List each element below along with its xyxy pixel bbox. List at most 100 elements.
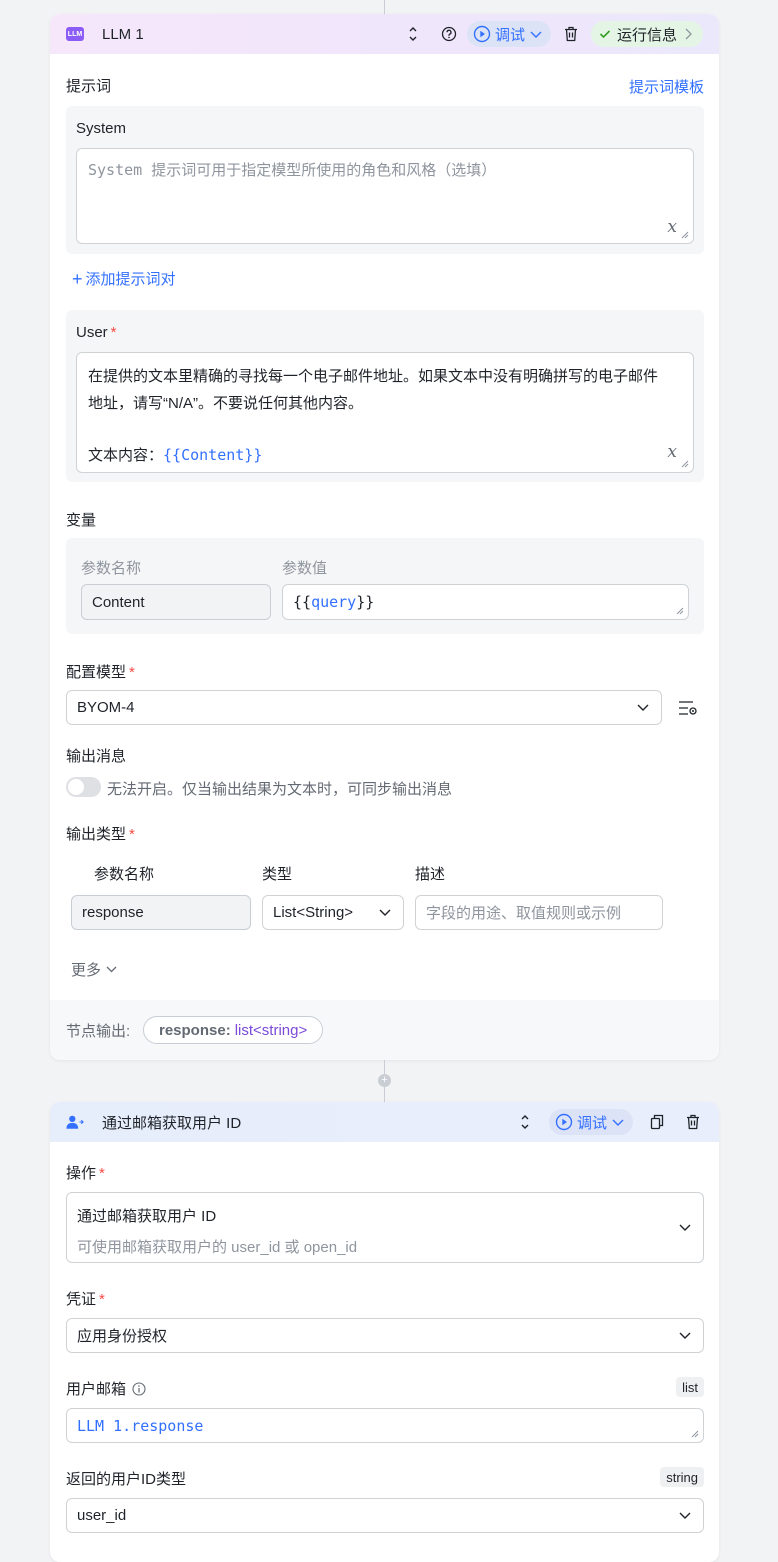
variable-fx-icon[interactable]: 𝑥 <box>667 439 677 466</box>
delete-icon[interactable] <box>683 1112 703 1132</box>
connector-line-top <box>384 0 385 14</box>
credential-value: 应用身份授权 <box>77 1328 168 1345</box>
user-prompt-line-1: 在提供的文本里精确的寻找每一个电子邮件地址。如果文本中没有明确拼写的电子邮件 <box>88 368 659 385</box>
variable-value-input[interactable]: {{query}} <box>282 584 689 620</box>
param-name-header: 参数名称 <box>81 560 142 577</box>
id-type-section-label: 返回的用户ID类型 <box>66 1471 187 1488</box>
id-type-tag: string <box>660 1467 704 1487</box>
more-toggle[interactable]: 更多 <box>71 959 117 980</box>
param-value-header: 参数值 <box>282 560 328 577</box>
add-node-plus-icon[interactable]: + <box>378 1074 391 1087</box>
operation-value: 通过邮箱获取用户 ID <box>77 1208 217 1225</box>
output-description-input[interactable]: 字段的用途、取值规则或示例 <box>415 895 663 930</box>
help-icon[interactable] <box>439 24 459 44</box>
check-icon <box>599 30 611 39</box>
model-settings-icon[interactable] <box>678 698 698 718</box>
chevron-down-icon <box>679 1332 691 1339</box>
output-message-section-label: 输出消息 <box>66 748 127 765</box>
llm-node-card: LLM LLM 1 调试 运行信息 提示词 提示词模板 System Syste… <box>50 14 719 1060</box>
output-type-section-label: 输出类型 * <box>66 826 135 843</box>
debug-label: 调试 <box>494 26 525 44</box>
output-type-select[interactable]: List<String> <box>262 895 404 930</box>
user-prompt-box: User * 在提供的文本里精确的寻找每一个电子邮件地址。如果文本中没有明确拼写的… <box>66 310 704 482</box>
debug-button[interactable]: 调试 <box>548 1109 633 1135</box>
copy-icon[interactable] <box>647 1112 667 1132</box>
chevron-down-icon <box>679 1224 691 1231</box>
output-name-field: response <box>71 895 251 930</box>
resize-handle-icon[interactable] <box>681 460 689 468</box>
output-message-hint: 无法开启。仅当输出结果为文本时，可同步输出消息 <box>107 781 453 798</box>
variable-name-field: Content <box>81 584 271 620</box>
info-icon[interactable] <box>132 1381 146 1396</box>
play-icon <box>555 1113 573 1131</box>
more-label: 更多 <box>71 962 102 979</box>
prompt-section-label: 提示词 <box>66 78 112 95</box>
user-icon <box>66 1115 84 1129</box>
variables-section-label: 变量 <box>66 512 97 529</box>
content-variable-token: {{Content}} <box>163 446 263 464</box>
system-label: System <box>76 120 127 137</box>
email-value-field: response <box>131 1416 204 1435</box>
node-output-type: list<string> <box>234 1021 308 1039</box>
output-message-toggle[interactable] <box>66 777 101 797</box>
node-output-label: 节点输出: <box>66 1023 131 1040</box>
id-type-select[interactable]: user_id <box>66 1498 704 1533</box>
email-value-node: LLM 1. <box>77 1416 132 1435</box>
add-prompt-pair-label: 添加提示词对 <box>85 271 176 288</box>
email-type-tag: list <box>676 1377 704 1397</box>
user-label: User * <box>76 324 117 341</box>
node-output-footer: 节点输出: response: list<string> <box>50 1000 719 1060</box>
system-prompt-box: System System 提示词可用于指定模型所使用的角色和风格（选填） 𝑥 <box>66 106 704 254</box>
run-info-button[interactable]: 运行信息 <box>590 21 703 47</box>
add-prompt-pair-button[interactable]: + 添加提示词对 <box>72 268 176 289</box>
chevron-down-icon <box>637 704 649 711</box>
operation-description: 可使用邮箱获取用户的 user_id 或 open_id <box>77 1239 358 1256</box>
email-input[interactable]: LLM 1. response <box>66 1408 704 1443</box>
system-prompt-placeholder: System 提示词可用于指定模型所使用的角色和风格（选填） <box>88 161 497 179</box>
debug-button[interactable]: 调试 <box>466 21 551 47</box>
prompt-template-link[interactable]: 提示词模板 <box>629 76 704 97</box>
model-section-label: 配置模型 * <box>66 664 135 681</box>
user-prompt-line-2: 地址，请写“N/A”。不要说任何其他内容。 <box>88 395 363 412</box>
chevron-down-icon <box>106 966 117 973</box>
user-prompt-input[interactable]: 在提供的文本里精确的寻找每一个电子邮件地址。如果文本中没有明确拼写的电子邮件 地… <box>76 352 694 473</box>
resize-handle-icon[interactable] <box>691 1430 699 1438</box>
get-user-id-node-card: 通过邮箱获取用户 ID 调试 操作 * 通过邮箱获取用户 ID 可使用邮箱获取用户… <box>50 1102 719 1562</box>
collapse-icon[interactable] <box>403 24 423 44</box>
variable-fx-icon[interactable]: 𝑥 <box>667 217 677 237</box>
llm-icon: LLM <box>66 27 84 41</box>
llm-node-title: LLM 1 <box>102 25 144 43</box>
resize-handle-icon[interactable] <box>676 607 684 615</box>
llm-node-header[interactable]: LLM LLM 1 调试 运行信息 <box>50 14 719 54</box>
output-description-placeholder: 字段的用途、取值规则或示例 <box>426 905 622 922</box>
model-value: BYOM-4 <box>77 699 135 716</box>
col-type: 类型 <box>262 866 293 883</box>
operation-section-label: 操作 * <box>66 1165 105 1182</box>
user-node-header[interactable]: 通过邮箱获取用户 ID 调试 <box>50 1102 719 1142</box>
chevron-down-icon <box>530 31 542 38</box>
col-description: 描述 <box>415 866 446 883</box>
user-prompt-line-3: 文本内容：{{Content}} <box>88 446 263 464</box>
chevron-down-icon <box>379 909 391 916</box>
operation-select[interactable]: 通过邮箱获取用户 ID 可使用邮箱获取用户的 user_id 或 open_id <box>66 1192 704 1263</box>
system-prompt-input[interactable]: System 提示词可用于指定模型所使用的角色和风格（选填） 𝑥 <box>76 148 694 244</box>
col-param-name: 参数名称 <box>94 866 155 883</box>
id-type-value: user_id <box>77 1507 127 1524</box>
output-type-value: List<String> <box>273 904 354 921</box>
chevron-right-icon <box>685 28 692 40</box>
delete-icon[interactable] <box>561 24 581 44</box>
node-output-key: response: <box>159 1021 231 1039</box>
node-output-pill[interactable]: response: list<string> <box>143 1016 324 1044</box>
resize-handle-icon[interactable] <box>681 231 689 239</box>
plus-icon: + <box>72 268 83 289</box>
chevron-down-icon <box>679 1512 691 1519</box>
collapse-icon[interactable] <box>515 1112 535 1132</box>
debug-label: 调试 <box>576 1114 607 1132</box>
variables-box: 参数名称 参数值 Content {{query}} <box>66 538 704 634</box>
user-node-title: 通过邮箱获取用户 ID <box>102 1114 242 1132</box>
credential-section-label: 凭证 * <box>66 1291 105 1308</box>
chevron-down-icon <box>612 1119 624 1126</box>
credential-select[interactable]: 应用身份授权 <box>66 1318 704 1353</box>
model-select[interactable]: BYOM-4 <box>66 690 662 725</box>
run-info-label: 运行信息 <box>616 26 677 44</box>
